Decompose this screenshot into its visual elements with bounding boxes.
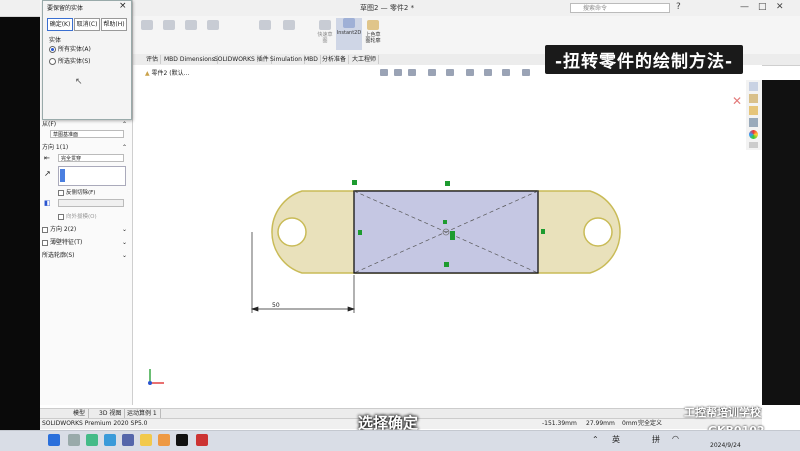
ime-mode[interactable]: 拼 [652,434,660,445]
repair-sketch-button[interactable] [280,20,298,32]
close-icon[interactable]: × [119,1,127,11]
convert-entities-button[interactable] [160,20,178,32]
chevron-down-icon: ⌄ [121,226,127,233]
close-window-icon[interactable]: ✕ [776,2,784,12]
tiktok-icon[interactable] [176,434,188,446]
feature-tree-flyout[interactable]: ▲ 零件2 (默认... [145,68,189,77]
direction-arrow-icon: ↗ [44,169,51,178]
bodies-to-keep-dialog: 要保留的实体 × 确定(K) 取消(C) 帮助(H) 实体 所有实体(A) 所选… [42,0,132,120]
clock-date[interactable]: 2024/9/24 [710,442,741,449]
direction-selection-box[interactable] [58,166,126,186]
solidworks-icon[interactable] [196,434,208,446]
app-icon[interactable] [122,434,134,446]
selection-marker [60,169,65,182]
direction2-section[interactable]: 方向 2(2) ⌄ [42,225,130,234]
video-overlay-title: -扭转零件的绘制方法- [545,45,744,74]
tray-up-icon[interactable]: ⌃ [592,435,599,444]
quick-snap-button[interactable]: 快速草图 [316,20,334,44]
coordinate-triad-icon [148,369,164,385]
home-icon[interactable] [749,82,758,91]
chevron-down-icon: ⌄ [121,239,127,246]
tab-solidworks-addins[interactable]: SOLIDWORKS 插件 [212,55,272,64]
minimize-icon[interactable]: — [740,2,749,12]
instant2d-button[interactable]: Instant2D [336,18,362,50]
task-view-icon[interactable] [86,434,98,446]
coord-x: -151.39mm [542,420,577,427]
linear-pattern-button[interactable] [204,20,222,32]
from-select[interactable]: 草图基准面 [50,130,124,138]
heads-up-toolbar[interactable] [380,69,530,76]
tab-engineer[interactable]: 大工程师 [350,55,380,64]
app-icon[interactable] [158,434,170,446]
ime-lang[interactable]: 英 [612,434,620,445]
offset-entities-button[interactable] [182,20,200,32]
all-bodies-radio[interactable]: 所有实体(A) [49,44,91,53]
edge-icon[interactable] [104,434,116,446]
from-section[interactable]: 从(F) ⌃ [42,120,130,129]
start-icon[interactable] [48,434,60,446]
chevron-down-icon: ⌄ [121,252,127,259]
dimension-value[interactable]: 50 [272,302,280,309]
dialog-title: 要保留的实体 [47,5,84,12]
draft-icon: ◧ [44,199,51,207]
tab-mbd[interactable]: MBD [302,55,321,64]
end-condition-select[interactable]: 完全贯穿 [58,154,124,162]
appearance-icon[interactable] [749,130,758,139]
school-watermark: 工控帮培训学校 [684,406,761,419]
graphics-area[interactable]: 50 [132,65,762,405]
search-icon[interactable] [68,434,80,446]
chevron-up-icon: ⌃ [121,121,127,128]
product-name: SOLIDWORKS Premium 2020 SP5.0 [42,420,148,427]
selected-contours-section[interactable]: 所选轮廓(S) ⌄ [42,251,130,260]
end-condition-icon: ⇤ [44,154,50,162]
part-name[interactable]: 零件2 (默认... [152,70,190,77]
chevron-up-icon: ⌃ [121,144,127,151]
window-title: 草图2 — 零件2 * [360,4,415,12]
cancel-button[interactable]: 取消(C) [74,18,100,31]
task-pane-tabs[interactable] [746,80,762,150]
ok-button[interactable]: 确定(K) [47,18,73,31]
coord-y: 27.99mm [586,420,615,427]
bodies-group-label: 实体 [49,37,62,44]
shaded-sketch-button[interactable]: 上色草图轮廓 [364,20,382,44]
left-hole[interactable] [277,217,307,247]
view-palette-icon[interactable] [749,118,758,127]
tab-evaluate[interactable]: 评估 [144,55,162,64]
tab-mbd-dimensions[interactable]: MBD Dimensions [162,55,218,64]
left-black-margin [0,0,40,430]
cancel-sketch-icon[interactable]: ✕ [732,94,742,108]
folder-icon[interactable] [749,106,758,115]
search-input[interactable]: 搜索命令 [570,3,670,13]
mirror-entities-button[interactable] [138,20,156,32]
mouse-cursor-icon: ↖ [75,77,83,87]
help-icon[interactable]: ? [676,2,681,12]
sketch-state: 完全定义 [638,420,663,427]
help-button[interactable]: 帮助(H) [101,18,127,31]
direction1-section[interactable]: 方向 1(1) ⌃ [42,143,130,152]
right-hole[interactable] [583,217,613,247]
custom-props-icon[interactable] [749,142,758,148]
folder-icon[interactable] [140,434,152,446]
sketch-canvas[interactable]: 50 [132,65,762,405]
maximize-icon[interactable]: □ [758,2,767,12]
windows-taskbar: ⌃ 英 拼 ◠ 2024/9/24 [0,430,800,451]
display-relations-button[interactable] [256,20,274,32]
reverse-cut-checkbox[interactable]: 反侧切除(F) [58,188,95,196]
wifi-icon[interactable]: ◠ [672,434,679,443]
draft-outward-checkbox[interactable]: 向外拔模(O) [58,212,97,220]
right-black-margin [762,80,800,405]
draft-angle-field[interactable] [58,199,124,207]
thin-feature-section[interactable]: 薄壁特征(T) ⌄ [42,238,130,247]
part-icon: ▲ [145,70,150,77]
tab-simulation[interactable]: Simulation [268,55,305,64]
coord-z: 0mm [622,420,638,427]
tab-analysis-prep[interactable]: 分析准备 [320,55,350,64]
selected-bodies-radio[interactable]: 所选实体(S) [49,56,91,65]
resources-icon[interactable] [749,94,758,103]
